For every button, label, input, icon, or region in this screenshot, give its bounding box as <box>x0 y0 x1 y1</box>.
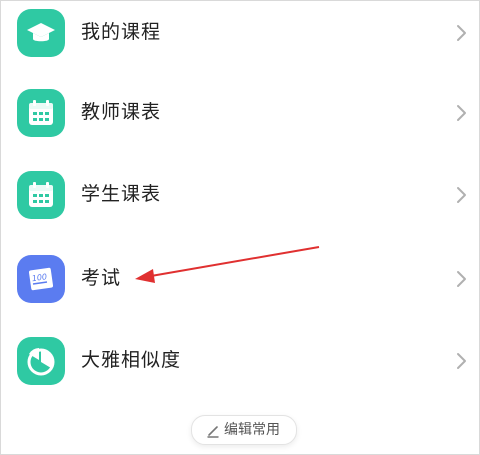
chevron-right-icon <box>455 183 469 207</box>
menu-item-my-courses[interactable]: 我的课程 <box>1 1 479 77</box>
calendar-icon <box>17 171 65 219</box>
exam-score-icon: 100 <box>17 255 65 303</box>
chevron-right-icon <box>455 349 469 373</box>
menu-item-student-schedule[interactable]: 学生课表 <box>1 163 479 239</box>
chevron-right-icon <box>455 101 469 125</box>
pencil-icon <box>206 423 220 438</box>
menu-item-daya-similarity[interactable]: 大雅相似度 <box>1 329 479 405</box>
app-screen: 我的课程 教师课表 学生课表 100 考试 大雅相似度 编辑常用 <box>0 0 480 455</box>
edit-favorites-label: 编辑常用 <box>224 422 280 438</box>
calendar-icon <box>17 89 65 137</box>
menu-item-exam[interactable]: 100 考试 <box>1 247 479 323</box>
menu-item-teacher-schedule[interactable]: 教师课表 <box>1 81 479 157</box>
menu-item-label: 学生课表 <box>81 183 162 205</box>
graduation-cap-icon <box>17 9 65 57</box>
pie-chart-icon <box>17 337 65 385</box>
menu-item-label: 考试 <box>81 267 122 289</box>
chevron-right-icon <box>455 21 469 45</box>
edit-favorites-button[interactable]: 编辑常用 <box>191 415 297 445</box>
menu-item-label: 教师课表 <box>81 101 162 123</box>
menu-item-label: 我的课程 <box>81 21 162 43</box>
menu-item-label: 大雅相似度 <box>81 349 182 371</box>
chevron-right-icon <box>455 267 469 291</box>
